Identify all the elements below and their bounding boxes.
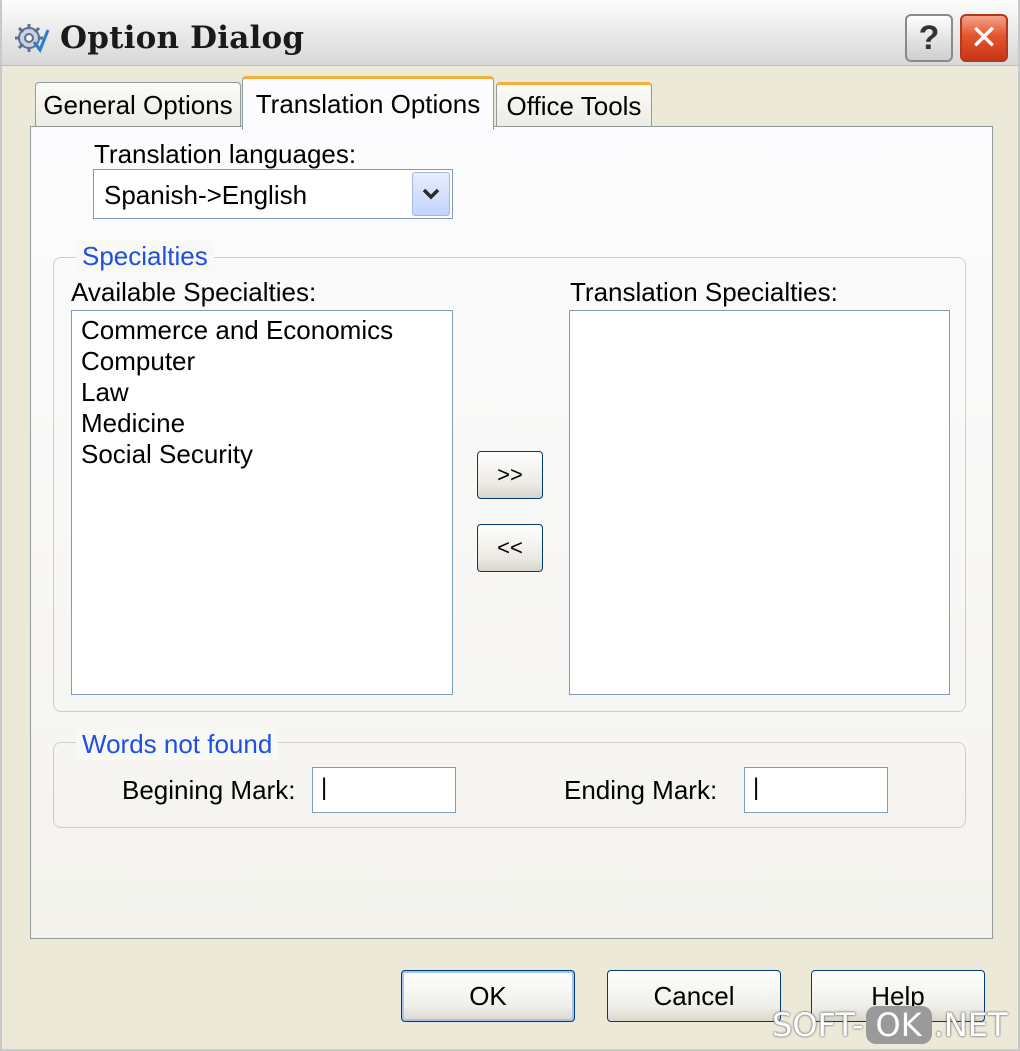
cancel-button[interactable]: Cancel	[607, 970, 781, 1022]
translation-languages-value: Spanish->English	[104, 180, 308, 210]
available-specialties-list[interactable]: Commerce and Economics Computer Law Medi…	[71, 310, 453, 695]
list-item[interactable]: Commerce and Economics	[72, 315, 452, 346]
ok-button-label: OK	[469, 980, 507, 1011]
ending-mark-label: Ending Mark:	[564, 775, 718, 805]
tab-translation-options[interactable]: Translation Options	[242, 76, 494, 130]
close-button[interactable]: ✕	[960, 14, 1008, 62]
available-specialties-label: Available Specialties:	[71, 277, 317, 307]
ending-mark-input[interactable]: |	[744, 767, 888, 813]
watermark: SOFT- OK .NET	[772, 1006, 1008, 1044]
watermark-ok: OK	[865, 1006, 932, 1044]
remove-specialty-button[interactable]: <<	[477, 524, 543, 572]
tab-label: Translation Options	[255, 89, 481, 119]
watermark-right: .NET	[933, 1006, 1008, 1044]
add-specialty-button[interactable]: >>	[477, 451, 543, 499]
translation-languages-select[interactable]: Spanish->English	[93, 169, 453, 219]
help-title-button[interactable]: ?	[905, 14, 953, 62]
close-icon: ✕	[969, 19, 999, 57]
remove-specialty-label: <<	[497, 535, 523, 560]
option-dialog-window: Option Dialog ? ✕ General Options Transl…	[0, 0, 1020, 1051]
ok-button[interactable]: OK	[401, 970, 575, 1022]
translation-languages-label: Translation languages:	[94, 139, 357, 169]
title-bar[interactable]: Option Dialog ? ✕	[2, 0, 1018, 66]
translation-specialties-list[interactable]	[569, 310, 950, 695]
window-title: Option Dialog	[60, 20, 305, 56]
list-item[interactable]: Law	[72, 377, 452, 408]
chevron-down-icon	[422, 188, 440, 200]
tab-label: Office Tools	[506, 91, 642, 121]
list-item[interactable]: Computer	[72, 346, 452, 377]
list-item[interactable]: Medicine	[72, 408, 452, 439]
cancel-button-label: Cancel	[653, 980, 735, 1011]
tab-general-options[interactable]: General Options	[35, 82, 241, 128]
list-item[interactable]: Social Security	[72, 439, 452, 470]
watermark-left: SOFT-	[772, 1006, 864, 1044]
specialties-group-title: Specialties	[76, 241, 214, 272]
words-not-found-group-title: Words not found	[76, 729, 279, 760]
dropdown-button[interactable]	[412, 172, 450, 216]
translation-specialties-label: Translation Specialties:	[570, 277, 838, 307]
app-settings-icon	[15, 24, 50, 54]
tab-label: General Options	[43, 90, 233, 120]
add-specialty-label: >>	[497, 462, 523, 487]
tab-office-tools[interactable]: Office Tools	[496, 82, 652, 128]
help-icon: ?	[918, 18, 940, 57]
beginning-mark-label: Begining Mark:	[122, 775, 296, 805]
beginning-mark-input[interactable]: |	[312, 767, 456, 813]
